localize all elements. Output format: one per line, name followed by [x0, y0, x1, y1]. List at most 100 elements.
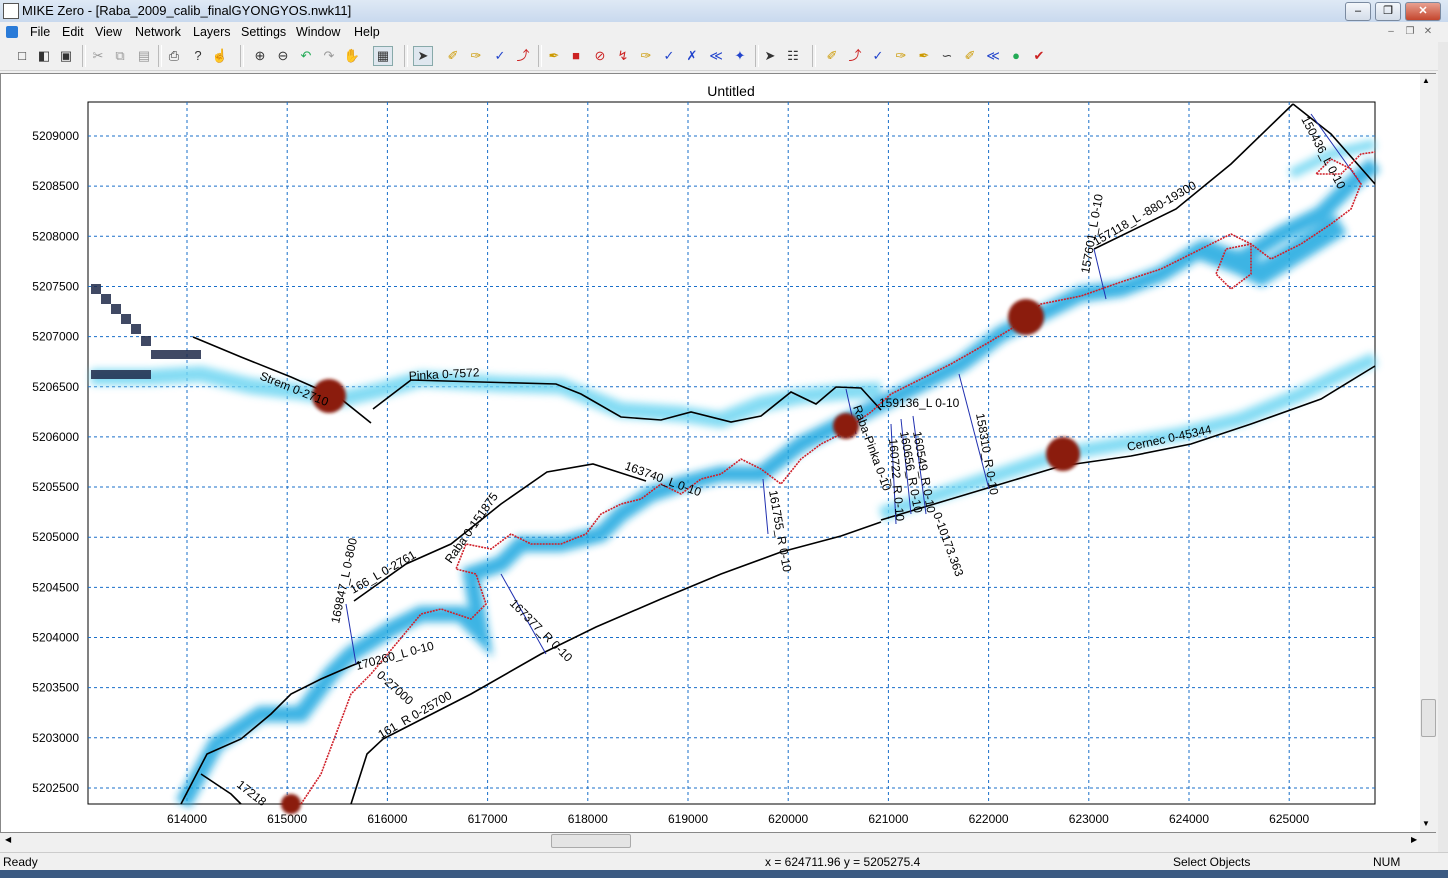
catchment-icon[interactable]: ✒ — [914, 46, 934, 66]
x-tick-label: 623000 — [1069, 812, 1109, 826]
minimize-button[interactable]: – — [1345, 2, 1371, 21]
cut-icon[interactable]: ✂ — [88, 46, 108, 66]
y-tick-label: 5209000 — [32, 129, 79, 143]
gate-icon[interactable]: ✔ — [1029, 46, 1049, 66]
select-icon[interactable]: ➤ — [413, 46, 433, 66]
node-icon[interactable]: ● — [1006, 46, 1026, 66]
horizontal-scrollbar[interactable]: ◀ ▶ — [1, 833, 1421, 849]
open-icon[interactable]: ◧ — [34, 46, 54, 66]
status-num: NUM — [1373, 855, 1401, 869]
menu-view[interactable]: View — [95, 25, 122, 39]
user-structure-icon[interactable]: ✦ — [730, 46, 750, 66]
menu-file[interactable]: File — [30, 25, 50, 39]
scroll-right-icon[interactable]: ▶ — [1411, 835, 1417, 844]
horizontal-scroll-thumb[interactable] — [551, 834, 631, 848]
zoom-extent-icon[interactable]: ▦ — [373, 46, 393, 66]
y-tick-label: 5202500 — [32, 781, 79, 795]
y-tick-label: 5203000 — [32, 731, 79, 745]
status-coordinates: x = 624711.96 y = 5205275.4 — [765, 855, 921, 869]
cross-section-icon[interactable]: ✐ — [822, 46, 842, 66]
y-tick-label: 5208500 — [32, 179, 79, 193]
y-tick-label: 5205000 — [32, 530, 79, 544]
menu-settings[interactable]: Settings — [241, 25, 286, 39]
zoom-out-icon[interactable]: ⊖ — [273, 46, 293, 66]
mdi-restore-button[interactable]: ❐ — [1403, 25, 1417, 38]
x-axis-ticks: 614000 615000 616000 617000 618000 619000 6200… — [167, 812, 1310, 826]
select-branch-icon[interactable]: ➤ — [760, 46, 780, 66]
paste-icon[interactable]: ▤ — [134, 46, 154, 66]
toolbar: □ ◧ ▣ ✂ ⧉ ▤ ⎙ ? ☝ ⊕ ⊖ ↶ ↷ ✋ ▦ ➤ ✐ ✑ ✓ ⤴ … — [0, 42, 1448, 71]
chainage-icon[interactable]: ⤴ — [845, 46, 865, 66]
toolbar-separator — [755, 45, 759, 67]
control-icon[interactable]: ✗ — [682, 46, 702, 66]
taskbar — [0, 870, 1448, 878]
menu-network[interactable]: Network — [135, 25, 181, 39]
lateral-icon[interactable]: ≪ — [983, 46, 1003, 66]
toolbar-separator — [158, 45, 162, 67]
map-canvas[interactable]: Untitled 614000 615000 616000 617000 618000 6… — [1, 74, 1435, 832]
toolbar-separator — [812, 45, 816, 67]
title-bar: MIKE Zero - [Raba_2009_calib_finalGYONGY… — [0, 0, 1448, 23]
dambreak-icon[interactable]: ≪ — [706, 46, 726, 66]
y-tick-label: 5203500 — [32, 681, 79, 695]
y-tick-label: 5207000 — [32, 330, 79, 344]
copy-icon[interactable]: ⧉ — [110, 46, 130, 66]
y-tick-label: 5206500 — [32, 380, 79, 394]
link-icon[interactable]: ✐ — [960, 46, 980, 66]
pump-icon[interactable]: ✑ — [636, 46, 656, 66]
menu-layers[interactable]: Layers — [193, 25, 231, 39]
add-point-icon[interactable]: ✐ — [443, 46, 463, 66]
toolbar-separator — [240, 45, 244, 67]
edit-points-icon[interactable]: ✓ — [490, 46, 510, 66]
new-icon[interactable]: □ — [12, 46, 32, 66]
boundary-icon[interactable]: ✓ — [868, 46, 888, 66]
x-tick-label: 619000 — [668, 812, 708, 826]
regulating-icon[interactable]: ✓ — [659, 46, 679, 66]
scroll-down-icon[interactable]: ▼ — [1422, 819, 1430, 828]
mdi-minimize-button[interactable]: – — [1384, 25, 1398, 38]
zoom-previous-icon[interactable]: ↶ — [296, 46, 316, 66]
map-title: Untitled — [707, 83, 754, 99]
x-tick-label: 622000 — [969, 812, 1009, 826]
save-icon[interactable]: ▣ — [56, 46, 76, 66]
y-tick-label: 5205500 — [32, 480, 79, 494]
x-tick-label: 621000 — [868, 812, 908, 826]
x-tick-label: 614000 — [167, 812, 207, 826]
menu-window[interactable]: Window — [296, 25, 340, 39]
pan-icon[interactable]: ✋ — [342, 46, 362, 66]
bridge-icon[interactable]: ↯ — [613, 46, 633, 66]
weir-icon[interactable]: ■ — [566, 46, 586, 66]
rr-link-icon[interactable]: ✑ — [891, 46, 911, 66]
vertical-scroll-thumb[interactable] — [1421, 699, 1436, 737]
x-tick-label: 617000 — [468, 812, 508, 826]
zoom-next-icon[interactable]: ↷ — [319, 46, 339, 66]
scroll-up-icon[interactable]: ▲ — [1422, 76, 1430, 85]
menu-bar: File Edit View Network Layers Settings W… — [0, 22, 1448, 42]
status-bar: Ready x = 624711.96 y = 5205275.4 Select… — [0, 852, 1448, 871]
zoom-in-icon[interactable]: ⊕ — [250, 46, 270, 66]
map-view[interactable]: Untitled 614000 615000 616000 617000 618000 6… — [0, 73, 1436, 833]
y-tick-label: 5204500 — [32, 580, 79, 594]
y-tick-label: 5204000 — [32, 631, 79, 645]
y-tick-label: 5208000 — [32, 229, 79, 243]
status-mode: Select Objects — [1173, 855, 1251, 869]
insert-structure-icon[interactable]: ✒ — [544, 46, 564, 66]
help-icon[interactable]: ? — [188, 46, 208, 66]
menu-help[interactable]: Help — [354, 25, 380, 39]
close-button[interactable]: ✕ — [1405, 2, 1441, 21]
x-tick-label: 618000 — [568, 812, 608, 826]
find-icon[interactable]: ☷ — [783, 46, 803, 66]
context-help-icon[interactable]: ☝ — [210, 46, 230, 66]
connect-icon[interactable]: ⤴ — [513, 46, 533, 66]
culvert-icon[interactable]: ⊘ — [590, 46, 610, 66]
scroll-left-icon[interactable]: ◀ — [5, 835, 11, 844]
menu-edit[interactable]: Edit — [62, 25, 84, 39]
document-icon — [6, 26, 18, 38]
mdi-close-button[interactable]: ✕ — [1421, 25, 1435, 38]
print-icon[interactable]: ⎙ — [164, 46, 184, 66]
runoff-icon[interactable]: ∽ — [937, 46, 957, 66]
add-branch-icon[interactable]: ✑ — [466, 46, 486, 66]
vertical-scrollbar[interactable]: ▲ ▼ — [1420, 74, 1436, 832]
restore-button[interactable]: ❐ — [1375, 2, 1401, 21]
toolbar-separator — [404, 45, 408, 67]
